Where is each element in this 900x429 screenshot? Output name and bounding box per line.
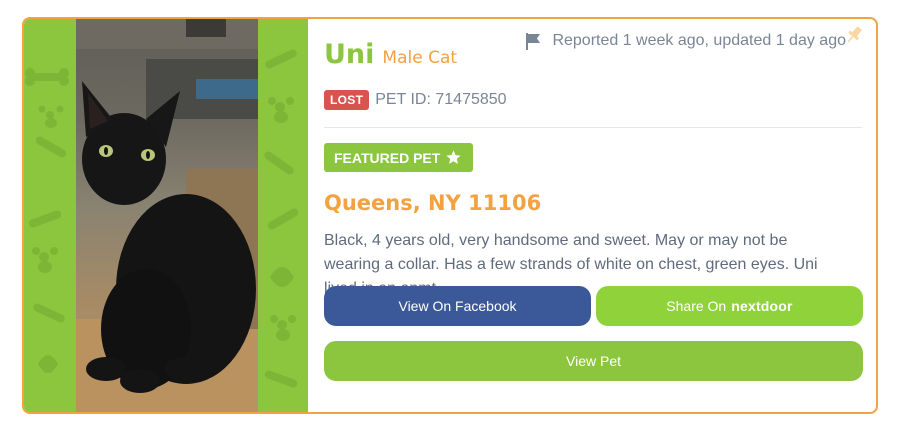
pet-location: Queens, NY 11106 bbox=[324, 191, 542, 215]
view-pet-button[interactable]: View Pet bbox=[324, 341, 863, 381]
reported-info: Reported 1 week ago, updated 1 day ago bbox=[524, 32, 846, 50]
pet-photo-panel[interactable] bbox=[24, 19, 308, 412]
pet-card: Uni Male Cat Reported 1 week ago, update… bbox=[22, 17, 878, 414]
view-pet-button-label: View Pet bbox=[566, 353, 621, 369]
view-on-facebook-button[interactable]: View On Facebook bbox=[324, 286, 591, 326]
flag-icon[interactable] bbox=[524, 32, 542, 50]
divider bbox=[324, 127, 862, 128]
nextdoor-button-label: Share On bbox=[666, 298, 727, 314]
pet-info: Uni Male Cat Reported 1 week ago, update… bbox=[308, 19, 876, 412]
pet-name[interactable]: Uni bbox=[324, 39, 374, 70]
nextdoor-logo-text: nextdoor bbox=[731, 298, 793, 314]
pet-photo[interactable] bbox=[76, 19, 258, 412]
star-icon bbox=[445, 149, 462, 166]
featured-label: FEATURED PET bbox=[334, 149, 441, 166]
id-row: LOST PET ID: 71475850 bbox=[324, 90, 507, 110]
reported-text: Reported 1 week ago, updated 1 day ago bbox=[552, 32, 846, 49]
black-cat-image bbox=[76, 19, 258, 412]
pet-sex-species: Male Cat bbox=[382, 48, 458, 68]
lost-status-badge: LOST bbox=[324, 90, 370, 110]
featured-pet-badge: FEATURED PET bbox=[324, 143, 474, 172]
name-row: Uni Male Cat bbox=[324, 39, 457, 70]
facebook-button-label: View On Facebook bbox=[398, 298, 517, 314]
share-on-nextdoor-button[interactable]: Share On nextdoor bbox=[596, 286, 863, 326]
pet-id: PET ID: 71475850 bbox=[375, 91, 507, 108]
pin-icon[interactable] bbox=[844, 25, 864, 45]
